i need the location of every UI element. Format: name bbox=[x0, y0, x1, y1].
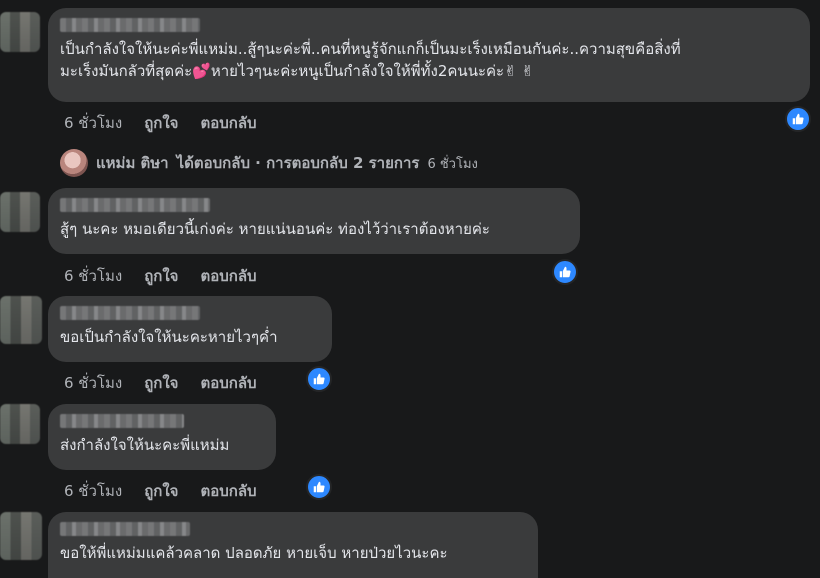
comment-bubble: ขอให้พี่แหม่มแคล้วคลาด ปลอดภัย หายเจ็บ ห… bbox=[48, 512, 538, 578]
comment-text: ส่งกำลังใจให้นะคะพี่แหม่ม bbox=[60, 436, 230, 454]
comment-bubble: ขอเป็นกำลังใจให้นะคะหายไวๆค่ำ bbox=[48, 296, 332, 362]
avatar[interactable] bbox=[0, 512, 42, 560]
comment-text: สู้ๆ นะคะ หมอเดียวนี้เก่งค่ะ หายแน่นอนค่… bbox=[60, 220, 490, 238]
like-reaction-icon[interactable] bbox=[306, 366, 332, 392]
like-icon bbox=[792, 113, 804, 125]
like-button[interactable]: ถูกใจ bbox=[144, 371, 178, 395]
like-button[interactable]: ถูกใจ bbox=[144, 479, 178, 503]
comment-text: ขอเป็นกำลังใจให้นะคะหายไวๆค่ำ bbox=[60, 328, 278, 346]
comment-text: ขอให้พี่แหม่มแคล้วคลาด ปลอดภัย หายเจ็บ ห… bbox=[60, 544, 448, 562]
comment-actions: 6 ชั่วโมง ถูกใจ ตอบกลับ bbox=[64, 264, 257, 288]
reply-count: ได้ตอบกลับ · การตอบกลับ 2 รายการ bbox=[176, 154, 420, 172]
commenter-name[interactable] bbox=[60, 522, 190, 536]
comment-time[interactable]: 6 ชั่วโมง bbox=[64, 111, 122, 135]
like-button[interactable]: ถูกใจ bbox=[144, 111, 178, 135]
commenter-name[interactable] bbox=[60, 414, 184, 428]
comment-actions: 6 ชั่วโมง ถูกใจ ตอบกลับ bbox=[64, 111, 257, 135]
reply-button[interactable]: ตอบกลับ bbox=[200, 264, 256, 288]
comment-bubble: เป็นกำลังใจให้นะค่ะพี่แหม่ม..สู้ๆนะค่ะพี… bbox=[48, 8, 810, 102]
comment-text: มะเร็งมันกลัวที่สุดค่ะ💕หายไวๆนะค่ะหนูเป็… bbox=[60, 62, 534, 80]
avatar bbox=[60, 149, 88, 177]
comment-bubble: ส่งกำลังใจให้นะคะพี่แหม่ม bbox=[48, 404, 276, 470]
like-reaction-icon[interactable] bbox=[306, 474, 332, 500]
like-icon bbox=[559, 266, 571, 278]
avatar[interactable] bbox=[0, 296, 42, 344]
comment-time[interactable]: 6 ชั่วโมง bbox=[64, 479, 122, 503]
like-reaction-icon[interactable] bbox=[552, 259, 578, 285]
view-replies-link[interactable]: แหม่ม ติษา ได้ตอบกลับ · การตอบกลับ 2 ราย… bbox=[60, 148, 478, 178]
reply-button[interactable]: ตอบกลับ bbox=[200, 111, 256, 135]
like-icon bbox=[313, 373, 325, 385]
commenter-name[interactable] bbox=[60, 306, 200, 320]
avatar[interactable] bbox=[0, 192, 40, 232]
comment-actions: 6 ชั่วโมง ถูกใจ ตอบกลับ bbox=[64, 371, 257, 395]
reply-button[interactable]: ตอบกลับ bbox=[200, 479, 256, 503]
like-reaction-icon[interactable] bbox=[785, 106, 811, 132]
avatar[interactable] bbox=[0, 12, 40, 52]
commenter-name[interactable] bbox=[60, 18, 200, 32]
comment-text: เป็นกำลังใจให้นะค่ะพี่แหม่ม..สู้ๆนะค่ะพี… bbox=[60, 40, 681, 58]
comment-actions: 6 ชั่วโมง ถูกใจ ตอบกลับ bbox=[64, 479, 257, 503]
avatar[interactable] bbox=[0, 404, 40, 444]
commenter-name[interactable] bbox=[60, 198, 210, 212]
comment-bubble: สู้ๆ นะคะ หมอเดียวนี้เก่งค่ะ หายแน่นอนค่… bbox=[48, 188, 580, 254]
reply-time: 6 ชั่วโมง bbox=[427, 156, 478, 172]
reply-button[interactable]: ตอบกลับ bbox=[200, 371, 256, 395]
reply-author: แหม่ม ติษา bbox=[96, 154, 169, 172]
like-button[interactable]: ถูกใจ bbox=[144, 264, 178, 288]
comment-time[interactable]: 6 ชั่วโมง bbox=[64, 264, 122, 288]
like-icon bbox=[313, 481, 325, 493]
comment-time[interactable]: 6 ชั่วโมง bbox=[64, 371, 122, 395]
